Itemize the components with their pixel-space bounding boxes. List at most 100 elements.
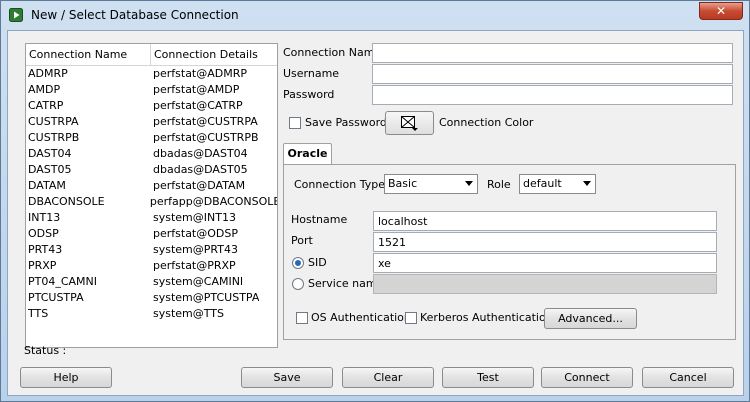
service-name-input[interactable] bbox=[373, 274, 717, 294]
connection-name-cell: CATRP bbox=[28, 99, 64, 112]
advanced-button[interactable]: Advanced... bbox=[544, 308, 637, 329]
service-name-radio[interactable] bbox=[292, 278, 304, 290]
table-row[interactable]: DBACONSOLE perfapp@DBACONSOLE bbox=[26, 194, 277, 210]
password-label: Password bbox=[283, 88, 335, 101]
table-row[interactable]: TTS system@TTS bbox=[26, 306, 277, 322]
save-password-label: Save Password bbox=[305, 116, 387, 129]
connection-name-cell: PRT43 bbox=[28, 243, 63, 256]
connection-name-cell: DATAM bbox=[28, 179, 66, 192]
connection-name-cell: INT13 bbox=[28, 211, 61, 224]
connection-type-value: Basic bbox=[388, 177, 418, 190]
hostname-label: Hostname bbox=[291, 213, 348, 226]
port-label: Port bbox=[291, 234, 313, 247]
connection-name-input[interactable] bbox=[372, 43, 733, 63]
connection-details-cell: system@PTCUSTPA bbox=[153, 291, 260, 304]
table-body: ADMRP perfstat@ADMRP AMDP perfstat@AMDP CATR… bbox=[26, 66, 277, 322]
connection-name-cell: ADMRP bbox=[28, 67, 68, 80]
connection-details-cell: perfstat@ADMRP bbox=[153, 67, 248, 80]
save-password-checkbox[interactable] bbox=[289, 117, 301, 129]
connection-type-dropdown[interactable]: Basic bbox=[384, 174, 478, 194]
connection-details-cell: perfstat@AMDP bbox=[153, 83, 240, 96]
close-button[interactable]: ✕ bbox=[699, 2, 743, 20]
table-row[interactable]: PRT43 system@PRT43 bbox=[26, 242, 277, 258]
connection-name-cell: PTCUSTPA bbox=[28, 291, 84, 304]
connection-details-cell: perfstat@ODSP bbox=[153, 227, 238, 240]
sid-label: SID bbox=[308, 256, 327, 269]
sql-developer-icon bbox=[9, 8, 23, 22]
connection-name-cell: CUSTRPA bbox=[28, 115, 79, 128]
connection-name-cell: TTS bbox=[28, 307, 49, 320]
chevron-down-icon bbox=[583, 181, 591, 186]
connection-color-label: Connection Color bbox=[439, 116, 534, 129]
connection-details-cell: perfstat@CUSTRPB bbox=[153, 131, 259, 144]
connection-name-cell: DAST05 bbox=[28, 163, 72, 176]
sid-radio[interactable] bbox=[292, 257, 304, 269]
table-row[interactable]: INT13 system@INT13 bbox=[26, 210, 277, 226]
role-label: Role bbox=[487, 178, 511, 191]
connection-details-cell: perfapp@DBACONSOLE bbox=[149, 195, 277, 208]
connection-details-cell: dbadas@DAST04 bbox=[153, 147, 248, 160]
connection-details-cell: perfstat@CUSTRPA bbox=[153, 115, 258, 128]
clear-button[interactable]: Clear bbox=[342, 367, 434, 388]
table-row[interactable]: CUSTRPA perfstat@CUSTRPA bbox=[26, 114, 277, 130]
tab-oracle[interactable]: Oracle bbox=[283, 143, 332, 165]
connection-name-cell: DAST04 bbox=[28, 147, 72, 160]
table-row[interactable]: CATRP perfstat@CATRP bbox=[26, 98, 277, 114]
connections-table[interactable]: Connection Name Connection Details ADMRP… bbox=[25, 43, 278, 348]
cancel-button[interactable]: Cancel bbox=[642, 367, 734, 388]
username-input[interactable] bbox=[372, 64, 733, 84]
role-dropdown[interactable]: default bbox=[519, 174, 596, 194]
connection-name-label: Connection Name bbox=[283, 46, 382, 59]
window-title: New / Select Database Connection bbox=[31, 8, 239, 22]
connect-button[interactable]: Connect bbox=[541, 367, 633, 388]
os-authentication-checkbox[interactable] bbox=[296, 312, 308, 324]
table-row[interactable]: CUSTRPB perfstat@CUSTRPB bbox=[26, 130, 277, 146]
table-row[interactable]: PTCUSTPA system@PTCUSTPA bbox=[26, 290, 277, 306]
connection-color-button[interactable] bbox=[385, 111, 434, 135]
connection-name-cell: PRXP bbox=[28, 259, 57, 272]
dialog-window: New / Select Database Connection ✕ Conne… bbox=[0, 0, 750, 402]
connection-name-cell: DBACONSOLE bbox=[28, 195, 105, 208]
column-header-connection-name[interactable]: Connection Name bbox=[26, 44, 151, 65]
dialog-body: Connection Name Connection Details ADMRP… bbox=[7, 30, 744, 396]
port-input[interactable] bbox=[373, 232, 717, 252]
chevron-down-icon bbox=[465, 181, 473, 186]
table-row[interactable]: DAST05 dbadas@DAST05 bbox=[26, 162, 277, 178]
connection-details-cell: system@TTS bbox=[153, 307, 224, 320]
connection-name-cell: PT04_CAMNI bbox=[28, 275, 98, 288]
password-input[interactable] bbox=[372, 85, 733, 105]
table-row[interactable]: PT04_CAMNI system@CAMINI bbox=[26, 274, 277, 290]
close-icon: ✕ bbox=[715, 4, 727, 18]
color-swatch-icon bbox=[401, 116, 418, 131]
username-label: Username bbox=[283, 67, 340, 80]
title-bar[interactable]: New / Select Database Connection ✕ bbox=[1, 1, 749, 29]
table-row[interactable]: PRXP perfstat@PRXP bbox=[26, 258, 277, 274]
connection-details-cell: system@CAMINI bbox=[153, 275, 244, 288]
help-button[interactable]: Help bbox=[20, 367, 112, 388]
save-button[interactable]: Save bbox=[241, 367, 333, 388]
os-authentication-label: OS Authentication bbox=[311, 311, 411, 324]
hostname-input[interactable] bbox=[373, 211, 717, 231]
connection-details-cell: system@PRT43 bbox=[153, 243, 238, 256]
connection-name-cell: ODSP bbox=[28, 227, 59, 240]
kerberos-authentication-checkbox[interactable] bbox=[405, 312, 417, 324]
status-label: Status : bbox=[24, 344, 67, 357]
column-header-connection-details[interactable]: Connection Details bbox=[151, 44, 258, 65]
connection-type-label: Connection Type bbox=[294, 178, 386, 191]
table-row[interactable]: ADMRP perfstat@ADMRP bbox=[26, 66, 277, 82]
connection-details-cell: system@INT13 bbox=[153, 211, 236, 224]
table-row[interactable]: ODSP perfstat@ODSP bbox=[26, 226, 277, 242]
connection-details-cell: perfstat@CATRP bbox=[153, 99, 243, 112]
connection-details-cell: perfstat@DATAM bbox=[153, 179, 246, 192]
table-row[interactable]: DATAM perfstat@DATAM bbox=[26, 178, 277, 194]
test-button[interactable]: Test bbox=[442, 367, 534, 388]
connection-details-cell: dbadas@DAST05 bbox=[153, 163, 248, 176]
connection-name-cell: AMDP bbox=[28, 83, 61, 96]
role-value: default bbox=[523, 177, 562, 190]
connection-name-cell: CUSTRPB bbox=[28, 131, 80, 144]
table-row[interactable]: DAST04 dbadas@DAST04 bbox=[26, 146, 277, 162]
table-row[interactable]: AMDP perfstat@AMDP bbox=[26, 82, 277, 98]
kerberos-authentication-label: Kerberos Authentication bbox=[420, 311, 553, 324]
connection-details-cell: perfstat@PRXP bbox=[153, 259, 236, 272]
sid-input[interactable] bbox=[373, 253, 717, 273]
